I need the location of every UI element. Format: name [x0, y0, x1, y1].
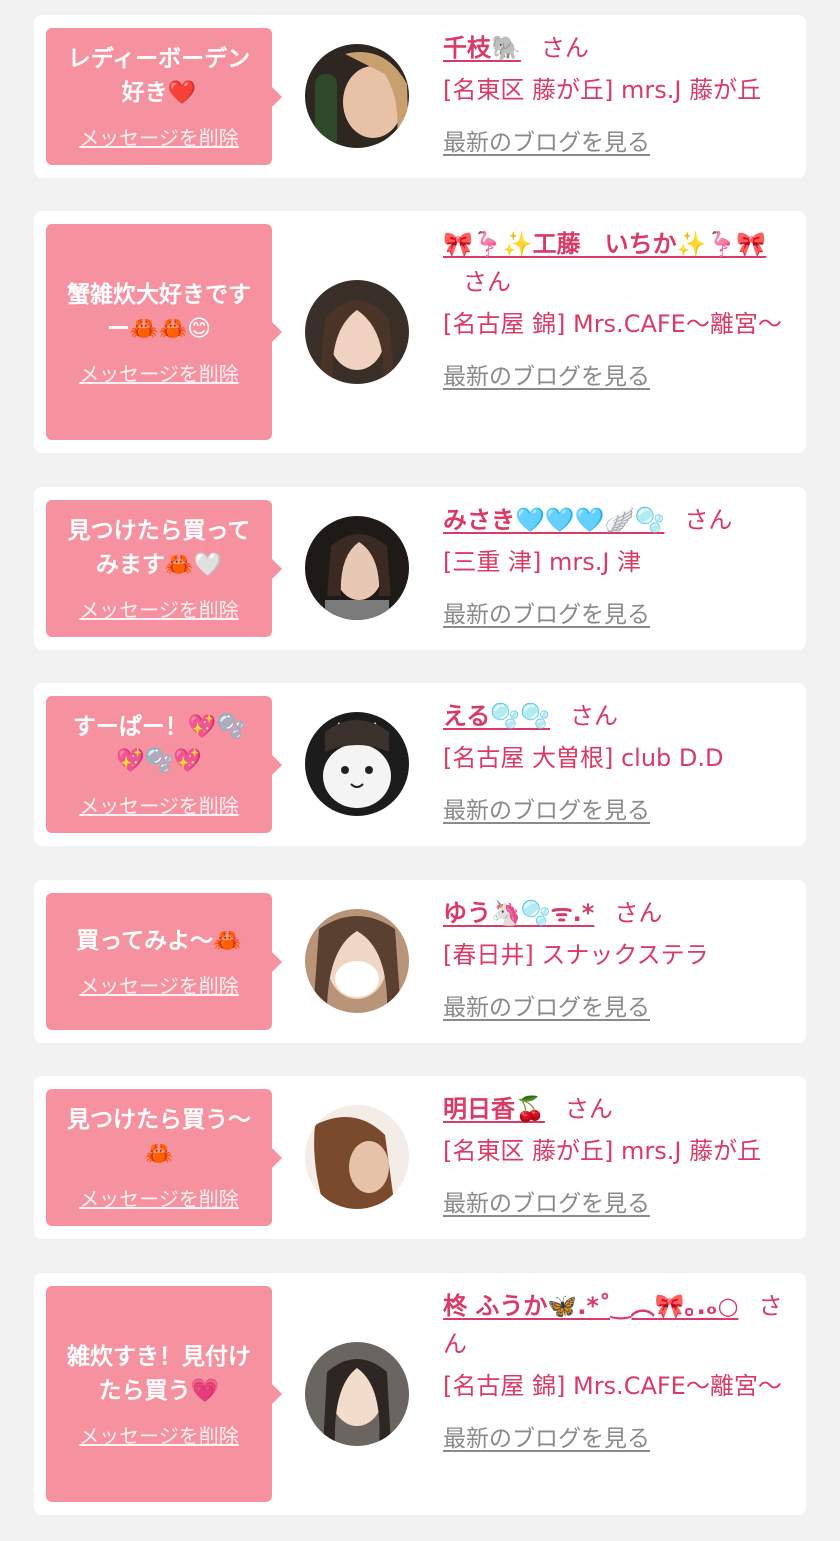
latest-blog-link[interactable]: 最新のブログを見る: [443, 1419, 650, 1453]
message-card: 見つけたら買って みます🦀🤍 メッセージを削除 みさき🩵🩵🩵🪽🫧 さん [三重 津…: [34, 487, 806, 650]
sender-name-link[interactable]: みさき🩵🩵🩵🪽🫧: [443, 506, 664, 534]
message-text: 見つけたら買う〜 🦀: [67, 1107, 251, 1167]
shop-label: [名東区 藤が丘] mrs.J 藤が丘: [443, 1137, 762, 1165]
sender-name-link[interactable]: える🫧🫧: [443, 702, 550, 730]
honorific-label: さん: [564, 1095, 613, 1123]
honorific-label: さん: [684, 506, 733, 534]
avatar[interactable]: [305, 712, 409, 816]
avatar[interactable]: [305, 1105, 409, 1209]
avatar[interactable]: [305, 516, 409, 620]
avatar[interactable]: [305, 1342, 409, 1446]
message-card: 雑炊すき！見付け たら買う💗 メッセージを削除 柊 ふうか🦋.*˚‿︵🎀｡.ₒ○…: [34, 1273, 806, 1515]
message-bubble: すーぱー！💖🫧 💖🫧💖 メッセージを削除: [46, 696, 282, 833]
sender-info: える🫧🫧 さん [名古屋 大曽根] club D.D 最新のブログを見る: [443, 697, 794, 825]
message-bubble: 雑炊すき！見付け たら買う💗 メッセージを削除: [46, 1286, 282, 1502]
message-text: レディーボーデン 好き❤️: [67, 46, 251, 106]
latest-blog-link[interactable]: 最新のブログを見る: [443, 595, 650, 629]
delete-message-link[interactable]: メッセージを削除: [79, 358, 239, 387]
latest-blog-link[interactable]: 最新のブログを見る: [443, 357, 650, 391]
sender-name-link[interactable]: 🎀🦩✨工藤 いちか✨🦩🎀: [443, 230, 766, 258]
sender-info: みさき🩵🩵🩵🪽🫧 さん [三重 津] mrs.J 津 最新のブログを見る: [443, 501, 794, 629]
shop-label: [三重 津] mrs.J 津: [443, 548, 642, 576]
message-text: 蟹雑炊大好きです ー🦀🦀😊: [67, 281, 251, 342]
message-card: レディーボーデン 好き❤️ メッセージを削除 千枝🐘 さん [名東区 藤が丘] m…: [34, 15, 806, 178]
message-card: 見つけたら買う〜 🦀 メッセージを削除 明日香🍒 さん [名東区 藤が丘] mrs…: [34, 1076, 806, 1239]
message-text: 見つけたら買って みます🦀🤍: [67, 518, 251, 578]
sender-info: 🎀🦩✨工藤 いちか✨🦩🎀 さん [名古屋 錦] Mrs.CAFE〜離宮〜 最新のブ…: [443, 225, 794, 391]
avatar[interactable]: [305, 280, 409, 384]
honorific-label: さん: [463, 268, 511, 296]
sender-info: 柊 ふうか🦋.*˚‿︵🎀｡.ₒ○ さん [名古屋 錦] Mrs.CAFE〜離宮〜 …: [443, 1287, 794, 1453]
message-bubble: 見つけたら買う〜 🦀 メッセージを削除: [46, 1089, 282, 1226]
latest-blog-link[interactable]: 最新のブログを見る: [443, 791, 650, 825]
message-card: すーぱー！💖🫧 💖🫧💖 メッセージを削除 える🫧🫧 さん [名古屋 大曽根] cl…: [34, 683, 806, 846]
delete-message-link[interactable]: メッセージを削除: [79, 594, 239, 623]
delete-message-link[interactable]: メッセージを削除: [79, 122, 239, 151]
shop-label: [名古屋 錦] Mrs.CAFE〜離宮〜: [443, 1372, 782, 1400]
message-bubble: 見つけたら買って みます🦀🤍 メッセージを削除: [46, 500, 282, 637]
message-card: 蟹雑炊大好きです ー🦀🦀😊 メッセージを削除 🎀🦩✨工藤 いちか✨🦩🎀 さん [名…: [34, 211, 806, 453]
latest-blog-link[interactable]: 最新のブログを見る: [443, 123, 650, 157]
shop-label: [名古屋 錦] Mrs.CAFE〜離宮〜: [443, 310, 782, 338]
sender-info: ゆう🦄🫧ᯤ.* さん [春日井] スナックステラ 最新のブログを見る: [443, 894, 794, 1022]
latest-blog-link[interactable]: 最新のブログを見る: [443, 988, 650, 1022]
shop-label: [名古屋 大曽根] club D.D: [443, 744, 724, 772]
message-text: すーぱー！💖🫧 💖🫧💖: [72, 714, 246, 774]
delete-message-link[interactable]: メッセージを削除: [79, 1420, 239, 1449]
message-bubble: 蟹雑炊大好きです ー🦀🦀😊 メッセージを削除: [46, 224, 282, 440]
message-bubble: レディーボーデン 好き❤️ メッセージを削除: [46, 28, 282, 165]
delete-message-link[interactable]: メッセージを削除: [79, 790, 239, 819]
delete-message-link[interactable]: メッセージを削除: [79, 1183, 239, 1212]
sender-name-link[interactable]: ゆう🦄🫧ᯤ.*: [443, 899, 594, 927]
shop-label: [春日井] スナックステラ: [443, 941, 709, 969]
message-bubble: 買ってみよ〜🦀 メッセージを削除: [46, 893, 282, 1030]
shop-label: [名東区 藤が丘] mrs.J 藤が丘: [443, 76, 762, 104]
sender-name-link[interactable]: 柊 ふうか🦋.*˚‿︵🎀｡.ₒ○: [443, 1292, 738, 1320]
latest-blog-link[interactable]: 最新のブログを見る: [443, 1184, 650, 1218]
avatar[interactable]: [305, 909, 409, 1013]
delete-message-link[interactable]: メッセージを削除: [79, 970, 239, 999]
sender-info: 千枝🐘 さん [名東区 藤が丘] mrs.J 藤が丘 最新のブログを見る: [443, 29, 794, 157]
honorific-label: さん: [614, 899, 663, 927]
sender-name-link[interactable]: 千枝🐘: [443, 34, 521, 62]
honorific-label: さん: [570, 702, 619, 730]
sender-info: 明日香🍒 さん [名東区 藤が丘] mrs.J 藤が丘 最新のブログを見る: [443, 1090, 794, 1218]
avatar[interactable]: [305, 44, 409, 148]
message-card: 買ってみよ〜🦀 メッセージを削除 ゆう🦄🫧ᯤ.* さん [春日井] スナックステラ…: [34, 880, 806, 1043]
message-text: 買ってみよ〜🦀: [76, 928, 242, 954]
message-text: 雑炊すき！見付け たら買う💗: [67, 1343, 251, 1404]
sender-name-link[interactable]: 明日香🍒: [443, 1095, 545, 1123]
honorific-label: さん: [540, 34, 589, 62]
